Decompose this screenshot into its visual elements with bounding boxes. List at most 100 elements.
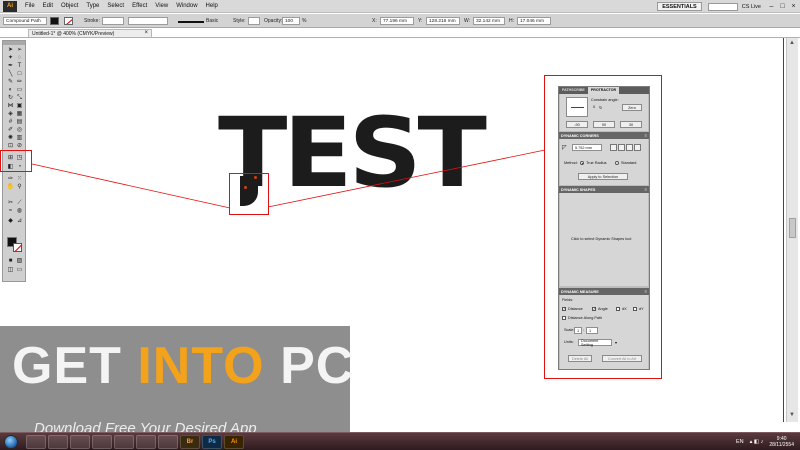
stroke-weight-field[interactable] xyxy=(102,17,124,25)
maximize-button[interactable]: □ xyxy=(778,2,787,11)
eyedropper-tool-icon[interactable]: ✐ xyxy=(6,126,15,133)
pen-tool-icon[interactable]: ✒ xyxy=(6,62,15,69)
rotate-tool-icon[interactable]: ↻ xyxy=(6,94,15,101)
menu-help[interactable]: Help xyxy=(202,3,222,9)
color-mode-icon[interactable]: ■ xyxy=(6,257,15,264)
rectangle-tool-icon[interactable]: □ xyxy=(15,70,24,77)
taskbar-media-icon[interactable] xyxy=(70,435,90,449)
taskbar-ie-icon[interactable] xyxy=(26,435,46,449)
angle-button-minus-90[interactable]: -90 xyxy=(566,121,588,128)
warp-tool-icon[interactable]: ≈ xyxy=(6,207,15,214)
dynamic-shapes-header[interactable]: DYNAMIC SHAPES ≡ xyxy=(559,186,649,193)
style-swatch[interactable] xyxy=(248,17,260,25)
free-transform-tool-icon[interactable]: ▣ xyxy=(15,102,24,109)
width-tool-icon[interactable]: ⋈ xyxy=(6,102,15,109)
scale-tool-icon[interactable]: ⤡ xyxy=(15,94,24,101)
units-select[interactable]: Document Setting xyxy=(578,339,612,347)
screen-mode-icon[interactable]: ▭ xyxy=(15,266,24,273)
along-path-checkbox[interactable] xyxy=(562,316,566,320)
taskbar-photoshop-icon[interactable]: Ps xyxy=(202,435,222,449)
help-search-input[interactable] xyxy=(707,2,738,11)
tab-pathscribe[interactable]: PATHSCRIBE xyxy=(559,87,588,94)
taskbar-explorer-icon[interactable] xyxy=(48,435,68,449)
menu-effect[interactable]: Effect xyxy=(128,3,151,9)
gradient-tool-icon[interactable]: ▤ xyxy=(15,118,24,125)
scale-input-b[interactable]: 1 xyxy=(586,327,598,334)
blob-brush-tool-icon[interactable]: ◐ xyxy=(6,86,15,93)
chevron-down-icon[interactable]: ▾ xyxy=(615,340,617,345)
lasso-tool-icon[interactable]: ◌ xyxy=(15,54,24,61)
dynamic-measure-header[interactable]: DYNAMIC MEASURE ≡ xyxy=(559,288,649,295)
menu-file[interactable]: File xyxy=(21,3,39,9)
vertical-scrollbar[interactable]: ▲ ▼ xyxy=(786,38,798,422)
w-input[interactable]: 32.142 mm xyxy=(473,17,505,25)
panel-menu-icon[interactable]: ≡ xyxy=(645,133,647,138)
knife-tool-icon[interactable]: ⟋ xyxy=(15,199,24,206)
menu-select[interactable]: Select xyxy=(103,3,128,9)
clock[interactable]: 9:40 28/11/2554 xyxy=(769,436,794,448)
measure-tool-icon[interactable]: ⊿ xyxy=(15,217,24,224)
shape-builder-tool-icon[interactable]: ◈ xyxy=(6,110,15,117)
language-indicator[interactable]: EN xyxy=(736,439,744,445)
blend-tool-icon[interactable]: ◎ xyxy=(15,126,24,133)
magic-wand-tool-icon[interactable]: ✦ xyxy=(6,54,15,61)
taskbar-bridge-icon[interactable]: Br xyxy=(180,435,200,449)
scroll-down-icon[interactable]: ▼ xyxy=(789,412,795,418)
tools-panel-grip[interactable] xyxy=(3,41,25,45)
eraser-tool-icon[interactable]: ▭ xyxy=(15,86,24,93)
taskbar-illustrator-icon[interactable]: Ai xyxy=(224,435,244,449)
stroke-color-icon[interactable] xyxy=(13,243,22,252)
apply-to-selection-button[interactable]: Apply to Selection xyxy=(578,173,628,180)
round-corner-icon[interactable] xyxy=(610,144,617,151)
taskbar-app-icon[interactable] xyxy=(136,435,156,449)
stroke-swatch[interactable] xyxy=(64,17,73,25)
workspace-switcher[interactable]: ESSENTIALS xyxy=(657,2,702,11)
dynamic-corners-header[interactable]: DYNAMIC CORNERS ≡ xyxy=(559,132,649,139)
taskbar-firefox-icon[interactable] xyxy=(114,435,134,449)
type-tool-icon[interactable]: T xyxy=(15,62,24,69)
pencil-tool-icon[interactable]: ✏ xyxy=(15,78,24,85)
angle-button-30[interactable]: 30 xyxy=(620,121,642,128)
cs-live-button[interactable]: CS Live xyxy=(742,4,761,10)
perspective-grid-tool-icon[interactable]: ▦ xyxy=(15,110,24,117)
smart-point-tool-icon[interactable]: ⁙ xyxy=(15,175,24,182)
draw-mode-icon[interactable]: ◫ xyxy=(6,266,15,273)
zoom-tool-icon[interactable]: ⚲ xyxy=(15,183,24,190)
selection-tool-icon[interactable]: ➤ xyxy=(6,46,15,53)
close-document-icon[interactable]: × xyxy=(144,30,148,36)
taskbar-app-icon[interactable] xyxy=(158,435,178,449)
chamfer-corner-icon[interactable] xyxy=(626,144,633,151)
paintbrush-tool-icon[interactable]: ✎ xyxy=(6,78,15,85)
standard-radio[interactable] xyxy=(615,161,619,165)
minimize-button[interactable]: – xyxy=(767,2,776,11)
taskbar-app-icon[interactable] xyxy=(92,435,112,449)
variable-width-field[interactable] xyxy=(128,17,168,25)
tab-protractor[interactable]: PROTRACTOR xyxy=(587,87,620,94)
scale-input-a[interactable]: 1 xyxy=(574,327,582,334)
x-input[interactable]: 77.196 mm xyxy=(380,17,414,25)
direct-selection-tool-icon[interactable]: ➢ xyxy=(15,46,24,53)
distance-checkbox[interactable]: ✓ xyxy=(562,307,566,311)
inverted-corner-icon[interactable] xyxy=(618,144,625,151)
panel-menu-icon[interactable]: ≡ xyxy=(645,187,647,192)
zero-button[interactable]: Zero xyxy=(622,104,642,111)
tray-icons[interactable]: ▴ ◧ ♪ xyxy=(750,439,764,445)
reset-angle-icon[interactable]: ↻ xyxy=(599,105,602,110)
delete-all-button[interactable]: Delete All xyxy=(568,355,592,362)
scroll-thumb[interactable] xyxy=(789,218,796,238)
column-graph-tool-icon[interactable]: ▥ xyxy=(15,134,24,141)
menu-view[interactable]: View xyxy=(151,3,172,9)
scissors-tool-icon[interactable]: ✂ xyxy=(6,199,15,206)
dx-checkbox[interactable] xyxy=(616,307,620,311)
panel-menu-icon[interactable]: ≡ xyxy=(645,289,647,294)
menu-edit[interactable]: Edit xyxy=(39,3,57,9)
hand-tool-icon[interactable]: ✋ xyxy=(6,183,15,190)
slice-tool-icon[interactable]: ⊘ xyxy=(15,142,24,149)
menu-type[interactable]: Type xyxy=(82,3,103,9)
corner-radius-input[interactable]: 5.752 mm xyxy=(572,144,602,151)
convert-all-to-art-button[interactable]: Convert All to Art xyxy=(602,355,642,362)
dynamic-shapes-panel[interactable]: Click to select Dynamic Shapes tool xyxy=(560,193,648,286)
menu-object[interactable]: Object xyxy=(57,3,82,9)
dy-checkbox[interactable] xyxy=(633,307,637,311)
twirl-tool-icon[interactable]: ◍ xyxy=(15,207,24,214)
